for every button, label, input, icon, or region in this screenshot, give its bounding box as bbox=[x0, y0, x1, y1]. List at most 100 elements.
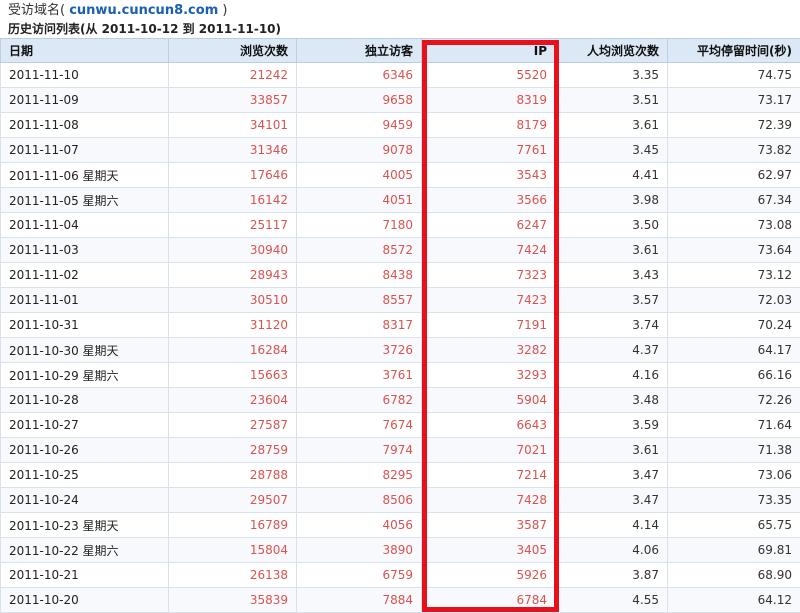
pageviews-cell: 34101 bbox=[169, 113, 297, 138]
table-row: 2011-11-0933857965883193.5173.17 bbox=[1, 88, 800, 113]
ip-cell: 3587 bbox=[422, 513, 556, 538]
visitors-cell: 8506 bbox=[297, 488, 422, 513]
column-header-avg-duration[interactable]: 平均停留时间(秒) bbox=[668, 39, 800, 63]
avg-duration-cell: 72.03 bbox=[668, 288, 800, 313]
pageviews-cell: 28943 bbox=[169, 263, 297, 288]
table-row: 2011-10-22 星期六15804389034054.0669.81 bbox=[1, 538, 800, 563]
date-cell: 2011-11-05 星期六 bbox=[1, 188, 169, 213]
table-row: 2011-10-30 星期天16284372632824.3764.17 bbox=[1, 338, 800, 363]
avg-pageviews-cell: 3.47 bbox=[556, 488, 668, 513]
ip-cell: 7214 bbox=[422, 463, 556, 488]
avg-pageviews-cell: 3.43 bbox=[556, 263, 668, 288]
visitors-cell: 4051 bbox=[297, 188, 422, 213]
pageviews-cell: 30510 bbox=[169, 288, 297, 313]
table-row: 2011-10-2429507850674283.4773.35 bbox=[1, 488, 800, 513]
domain-line: 受访域名( cunwu.cuncun8.com ) bbox=[8, 2, 281, 20]
date-cell: 2011-10-29 星期六 bbox=[1, 363, 169, 388]
table-row: 2011-11-0330940857274243.6173.64 bbox=[1, 238, 800, 263]
avg-duration-cell: 71.38 bbox=[668, 438, 800, 463]
avg-duration-cell: 73.08 bbox=[668, 213, 800, 238]
column-header-pageviews[interactable]: 浏览次数 bbox=[169, 39, 297, 63]
table-row: 2011-11-0130510855774233.5772.03 bbox=[1, 288, 800, 313]
visitors-cell: 7674 bbox=[297, 413, 422, 438]
visitors-cell: 6782 bbox=[297, 388, 422, 413]
visitors-cell: 3890 bbox=[297, 538, 422, 563]
date-cell: 2011-11-01 bbox=[1, 288, 169, 313]
table-row: 2011-10-2823604678259043.4872.26 bbox=[1, 388, 800, 413]
avg-duration-cell: 64.12 bbox=[668, 588, 800, 613]
visitors-cell: 8295 bbox=[297, 463, 422, 488]
avg-pageviews-cell: 3.98 bbox=[556, 188, 668, 213]
date-cell: 2011-10-20 bbox=[1, 588, 169, 613]
avg-pageviews-cell: 3.57 bbox=[556, 288, 668, 313]
pageviews-cell: 25117 bbox=[169, 213, 297, 238]
avg-duration-cell: 69.81 bbox=[668, 538, 800, 563]
report-header: 受访域名( cunwu.cuncun8.com ) 历史访问列表(从 2011-… bbox=[8, 2, 281, 38]
avg-duration-cell: 73.82 bbox=[668, 138, 800, 163]
date-cell: 2011-11-06 星期天 bbox=[1, 163, 169, 188]
pageviews-cell: 31120 bbox=[169, 313, 297, 338]
avg-duration-cell: 73.06 bbox=[668, 463, 800, 488]
visitors-cell: 3761 bbox=[297, 363, 422, 388]
column-header-avg-pageviews[interactable]: 人均浏览次数 bbox=[556, 39, 668, 63]
ip-cell: 7021 bbox=[422, 438, 556, 463]
avg-pageviews-cell: 4.37 bbox=[556, 338, 668, 363]
column-header-ip[interactable]: IP bbox=[422, 39, 556, 63]
table-row: 2011-10-29 星期六15663376132934.1666.16 bbox=[1, 363, 800, 388]
avg-pageviews-cell: 3.61 bbox=[556, 438, 668, 463]
ip-cell: 6784 bbox=[422, 588, 556, 613]
avg-duration-cell: 65.75 bbox=[668, 513, 800, 538]
avg-duration-cell: 72.39 bbox=[668, 113, 800, 138]
ip-cell: 6643 bbox=[422, 413, 556, 438]
domain-link[interactable]: cunwu.cuncun8.com bbox=[69, 3, 218, 18]
avg-pageviews-cell: 3.50 bbox=[556, 213, 668, 238]
avg-pageviews-cell: 3.48 bbox=[556, 388, 668, 413]
ip-cell: 7761 bbox=[422, 138, 556, 163]
date-cell: 2011-11-08 bbox=[1, 113, 169, 138]
avg-pageviews-cell: 3.47 bbox=[556, 463, 668, 488]
date-cell: 2011-10-26 bbox=[1, 438, 169, 463]
pageviews-cell: 21242 bbox=[169, 63, 297, 88]
date-cell: 2011-10-27 bbox=[1, 413, 169, 438]
avg-pageviews-cell: 3.61 bbox=[556, 113, 668, 138]
table-row: 2011-11-0425117718062473.5073.08 bbox=[1, 213, 800, 238]
pageviews-cell: 28759 bbox=[169, 438, 297, 463]
pageviews-cell: 17646 bbox=[169, 163, 297, 188]
ip-cell: 5926 bbox=[422, 563, 556, 588]
avg-pageviews-cell: 4.16 bbox=[556, 363, 668, 388]
table-row: 2011-11-0731346907877613.4573.82 bbox=[1, 138, 800, 163]
visitors-cell: 7974 bbox=[297, 438, 422, 463]
pageviews-cell: 26138 bbox=[169, 563, 297, 588]
ip-cell: 5904 bbox=[422, 388, 556, 413]
visitors-cell: 4056 bbox=[297, 513, 422, 538]
table-row: 2011-10-2126138675959263.8768.90 bbox=[1, 563, 800, 588]
avg-pageviews-cell: 4.06 bbox=[556, 538, 668, 563]
ip-cell: 7323 bbox=[422, 263, 556, 288]
pageviews-cell: 16284 bbox=[169, 338, 297, 363]
column-header-visitors[interactable]: 独立访客 bbox=[297, 39, 422, 63]
visitors-cell: 7884 bbox=[297, 588, 422, 613]
ip-cell: 7191 bbox=[422, 313, 556, 338]
date-cell: 2011-10-23 星期天 bbox=[1, 513, 169, 538]
date-cell: 2011-10-21 bbox=[1, 563, 169, 588]
table-row: 2011-11-06 星期天17646400535434.4162.97 bbox=[1, 163, 800, 188]
domain-close: ) bbox=[222, 3, 227, 18]
date-cell: 2011-10-28 bbox=[1, 388, 169, 413]
visitors-cell: 7180 bbox=[297, 213, 422, 238]
avg-duration-cell: 73.64 bbox=[668, 238, 800, 263]
pageviews-cell: 31346 bbox=[169, 138, 297, 163]
visitors-cell: 9459 bbox=[297, 113, 422, 138]
visitors-cell: 6759 bbox=[297, 563, 422, 588]
avg-duration-cell: 74.75 bbox=[668, 63, 800, 88]
date-cell: 2011-10-22 星期六 bbox=[1, 538, 169, 563]
pageviews-cell: 15804 bbox=[169, 538, 297, 563]
column-header-date[interactable]: 日期 bbox=[1, 39, 169, 63]
ip-cell: 7423 bbox=[422, 288, 556, 313]
table-row: 2011-11-05 星期六16142405135663.9867.34 bbox=[1, 188, 800, 213]
table-row: 2011-10-2727587767466433.5971.64 bbox=[1, 413, 800, 438]
avg-pageviews-cell: 3.87 bbox=[556, 563, 668, 588]
visitors-cell: 8317 bbox=[297, 313, 422, 338]
avg-duration-cell: 71.64 bbox=[668, 413, 800, 438]
ip-cell: 7428 bbox=[422, 488, 556, 513]
visitors-cell: 4005 bbox=[297, 163, 422, 188]
